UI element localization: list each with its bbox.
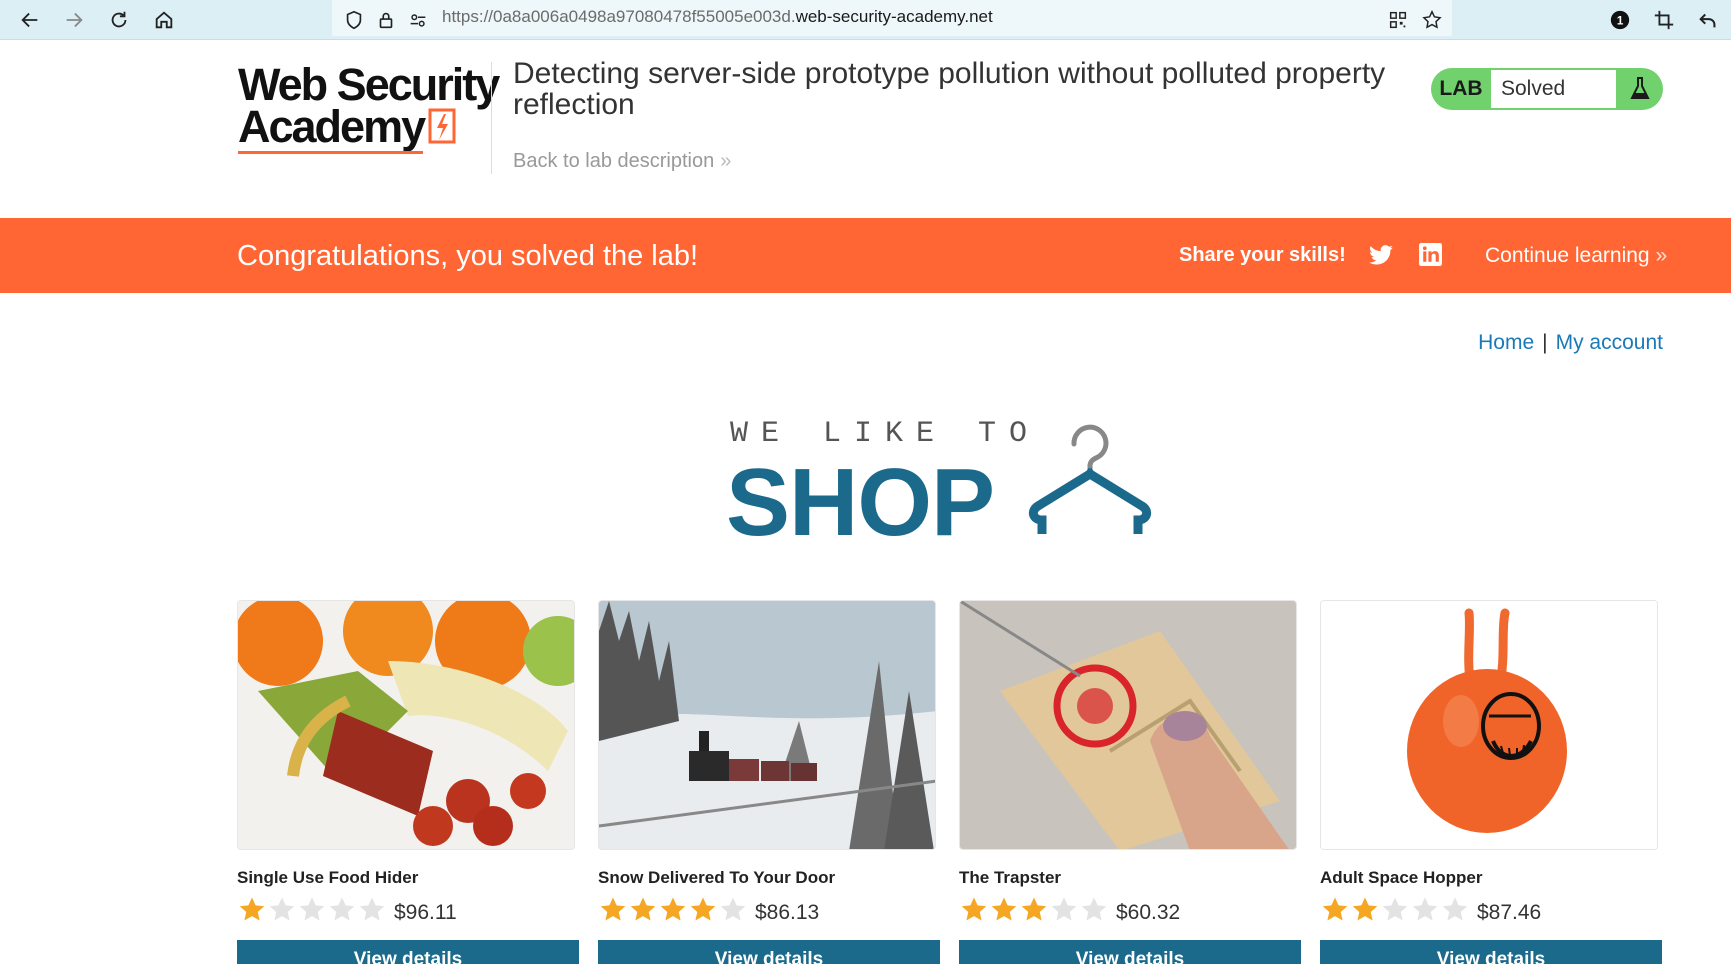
star-rating [1320,895,1470,925]
star-empty-icon [299,897,325,921]
continue-learning-label: Continue learning [1485,244,1650,267]
url-prefix: https://0a8a006a0498a97080478f55005e003d… [442,7,796,26]
crop-icon[interactable] [1646,2,1682,38]
nav-separator: | [1542,331,1548,354]
star-filled-icon [1322,897,1348,921]
notification-count: 1 [1617,14,1624,28]
product-card: Adult Space Hopper $87.46 View details [1320,600,1662,964]
product-name: Snow Delivered To Your Door [598,868,836,887]
product-price: $96.11 [394,901,457,924]
star-empty-icon [1051,897,1077,921]
product-image [598,600,936,850]
home-icon[interactable] [146,2,182,38]
star-empty-icon [1081,897,1107,921]
product-image [237,600,575,850]
product-name: The Trapster [959,868,1062,887]
product-price: $86.13 [755,901,820,924]
product-card: Single Use Food Hider $96.11 View detail… [237,600,579,964]
qr-code-icon[interactable] [1380,2,1416,38]
bookmark-star-icon[interactable] [1414,2,1450,38]
lab-badge-label: LAB [1439,77,1483,100]
url-domain: web-security-academy.net [795,7,993,26]
congratulations-banner: Congratulations, you solved the lab! Sha… [0,218,1731,293]
product-price: $87.46 [1477,901,1542,924]
star-rating [959,895,1109,925]
star-empty-icon [1382,897,1408,921]
web-security-academy-logo[interactable]: Web Security Academy [238,59,500,164]
back-to-lab-link[interactable]: Back to lab description» [513,150,731,173]
logo-line-1: Web Security [238,59,500,110]
star-empty-icon [329,897,355,921]
view-details-button[interactable]: View details [1320,940,1662,964]
shield-icon[interactable] [336,2,372,38]
coat-hanger-icon [1028,424,1152,534]
view-details-button[interactable]: View details [959,940,1301,964]
linkedin-icon[interactable] [1418,242,1443,267]
star-filled-icon [630,897,656,921]
star-filled-icon [961,897,987,921]
product-name: Adult Space Hopper [1320,868,1483,887]
product-price: $60.32 [1116,901,1181,924]
my-account-link[interactable]: My account [1556,331,1663,354]
star-filled-icon [1021,897,1047,921]
star-filled-icon [600,897,626,921]
star-filled-icon [1352,897,1378,921]
forward-arrow-icon[interactable] [56,2,92,38]
view-details-button[interactable]: View details [598,940,940,964]
top-navigation: Home | My account [1470,331,1663,355]
twitter-icon[interactable] [1368,242,1394,268]
continue-learning-link[interactable]: Continue learning » [1485,244,1667,268]
product-image [959,600,1297,850]
star-empty-icon [1412,897,1438,921]
browser-toolbar: https://0a8a006a0498a97080478f55005e003d… [0,0,1731,40]
hero-tagline: WE LIKE TO [730,417,1041,451]
share-skills-label: Share your skills! [1179,244,1346,266]
home-link[interactable]: Home [1478,331,1534,354]
product-name: Single Use Food Hider [237,868,419,887]
back-arrow-icon[interactable] [12,2,48,38]
product-image [1320,600,1658,850]
back-link-label: Back to lab description [513,150,715,172]
star-empty-icon [720,897,746,921]
lab-title: Detecting server-side prototype pollutio… [513,57,1386,121]
lab-status-text: Solved [1491,70,1616,108]
double-chevron-icon: » [1655,244,1668,267]
product-card: Snow Delivered To Your Door $86.13 View … [598,600,940,964]
view-details-button[interactable]: View details [237,940,579,964]
logo-bolt-icon [428,108,456,144]
header-divider [491,62,492,174]
star-filled-icon [991,897,1017,921]
lock-icon[interactable] [368,2,404,38]
extension-badge-icon[interactable]: 1 [1602,2,1638,38]
address-bar[interactable]: https://0a8a006a0498a97080478f55005e003d… [332,0,1452,36]
star-filled-icon [239,897,265,921]
star-empty-icon [269,897,295,921]
reload-icon[interactable] [101,2,137,38]
double-chevron-icon: » [720,150,732,172]
star-empty-icon [1442,897,1468,921]
star-filled-icon [660,897,686,921]
hero-shop-title: SHOP [726,449,995,556]
logo-line-2: Academy [238,101,426,152]
logo-underline [238,151,423,154]
undo-arrow-icon[interactable] [1690,2,1726,38]
star-filled-icon [690,897,716,921]
star-empty-icon [359,897,385,921]
star-rating [237,895,387,925]
star-rating [598,895,748,925]
solved-message: Congratulations, you solved the lab! [237,240,699,272]
flask-icon [1616,76,1663,102]
site-settings-icon[interactable] [400,2,436,38]
url-text[interactable]: https://0a8a006a0498a97080478f55005e003d… [442,7,993,27]
product-card: The Trapster $60.32 View details [959,600,1301,964]
lab-status-badge: LAB Solved [1431,68,1663,110]
